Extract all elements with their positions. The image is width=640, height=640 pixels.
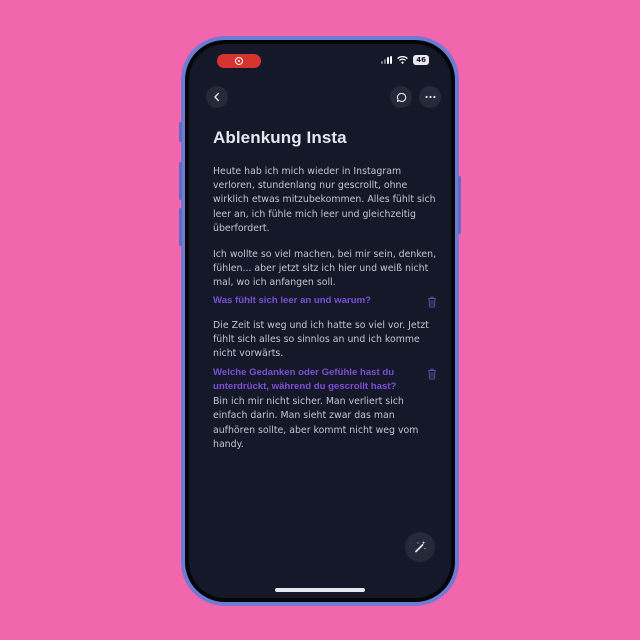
cellular-signal-icon xyxy=(381,56,393,64)
delete-prompt-button[interactable] xyxy=(427,296,437,308)
comment-button[interactable] xyxy=(390,86,412,108)
power-button xyxy=(458,176,461,234)
battery-icon: 46 xyxy=(413,55,429,65)
record-icon xyxy=(235,57,243,65)
app-screen: 46 Ablenkung Insta Heute hab ich mich wi… xyxy=(189,44,451,598)
ellipsis-icon xyxy=(425,95,435,99)
screen-recording-indicator[interactable] xyxy=(217,54,261,68)
speech-bubble-icon xyxy=(396,92,406,102)
magic-wand-icon xyxy=(415,541,426,553)
phone-bezel: 46 Ablenkung Insta Heute hab ich mich wi… xyxy=(185,40,455,602)
prompt-block: Was fühlt sich leer an und warum? xyxy=(213,294,437,308)
home-indicator[interactable] xyxy=(275,588,365,592)
prompt-question: Was fühlt sich leer an und warum? xyxy=(213,294,371,306)
ai-assist-button[interactable] xyxy=(405,532,435,562)
phone-frame: 46 Ablenkung Insta Heute hab ich mich wi… xyxy=(179,36,461,606)
entry-title[interactable]: Ablenkung Insta xyxy=(213,128,437,148)
status-bar-right: 46 xyxy=(381,55,429,65)
more-options-button[interactable] xyxy=(419,86,441,108)
delete-prompt-button[interactable] xyxy=(427,368,437,380)
action-button xyxy=(179,122,182,142)
chevron-left-icon xyxy=(214,92,219,102)
journal-entry: Ablenkung Insta Heute hab ich mich wiede… xyxy=(213,128,437,452)
volume-down-button xyxy=(179,208,182,246)
prompt-question: Welche Gedanken oder Gefühle hast du unt… xyxy=(213,367,397,393)
wifi-icon xyxy=(397,56,409,64)
volume-up-button xyxy=(179,162,182,200)
entry-paragraph[interactable]: Ich wollte so viel machen, bei mir sein,… xyxy=(213,248,437,291)
prompt-answer[interactable]: Bin ich mir nicht sicher. Man verliert s… xyxy=(213,395,437,452)
prompt-answer[interactable]: Die Zeit ist weg und ich hatte so viel v… xyxy=(213,319,437,362)
prompt-block: Welche Gedanken oder Gefühle hast du unt… xyxy=(213,366,437,394)
back-button[interactable] xyxy=(206,86,228,108)
entry-paragraph[interactable]: Heute hab ich mich wieder in Instagram v… xyxy=(213,165,437,236)
